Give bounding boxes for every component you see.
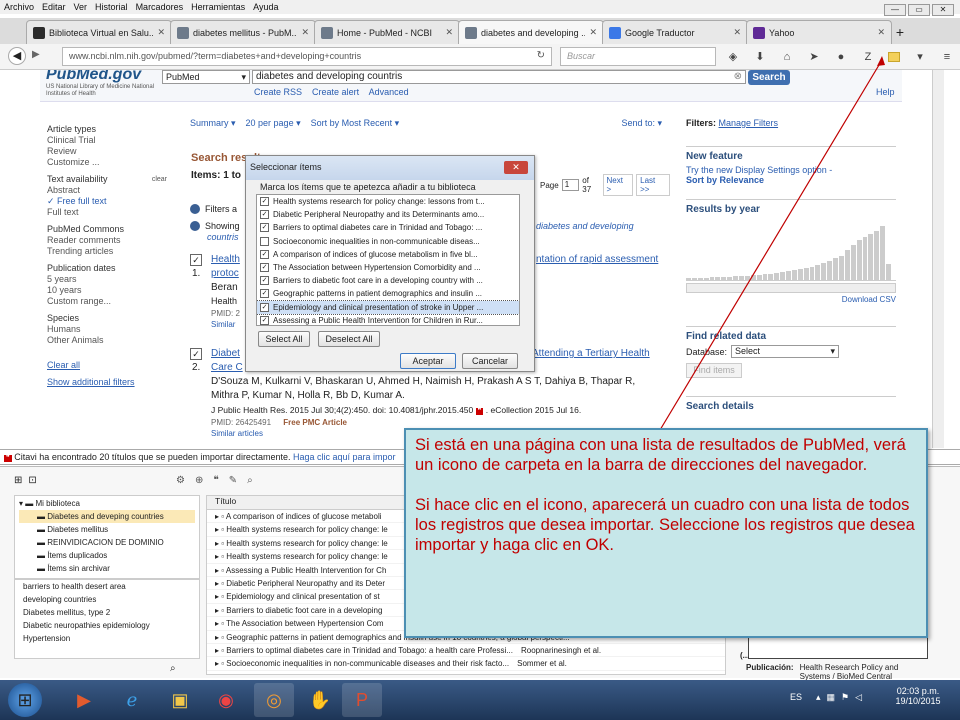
language-indicator[interactable]: ES [790,692,802,702]
volume-icon[interactable]: ◁ [855,692,862,703]
app-icon[interactable]: ✋ [300,683,340,717]
callout-paragraph-1: Si está en una página con una lista de r… [415,436,906,474]
firefox-icon[interactable]: ◎ [254,683,294,717]
chrome-icon[interactable]: ◉ [206,683,246,717]
network-icon[interactable]: ▦ [827,692,836,703]
windows-taskbar: ⊞ ▶ ℯ ▣ ◉ ◎ ✋ P ES ▴ ▦ ⚑ ◁ 02:03 p.m. 19… [0,680,960,720]
flag-icon[interactable]: ⚑ [841,692,849,703]
folder-icon[interactable]: ▣ [160,683,200,717]
callout-paragraph-2: Si hace clic en el icono, aparecerá un c… [415,496,915,554]
ie-icon[interactable]: ℯ [112,683,152,717]
instruction-callout: Si está en una página con una lista de r… [404,428,928,638]
clock[interactable]: 02:03 p.m. 19/10/2015 [888,686,948,706]
powerpoint-icon[interactable]: P [342,683,382,717]
clock-date: 19/10/2015 [895,696,941,706]
notification-icon[interactable]: ▴ [816,692,821,703]
start-button[interactable]: ⊞ [8,683,42,717]
clock-time: 02:03 p.m. [896,686,940,696]
media-player-icon[interactable]: ▶ [64,683,104,717]
